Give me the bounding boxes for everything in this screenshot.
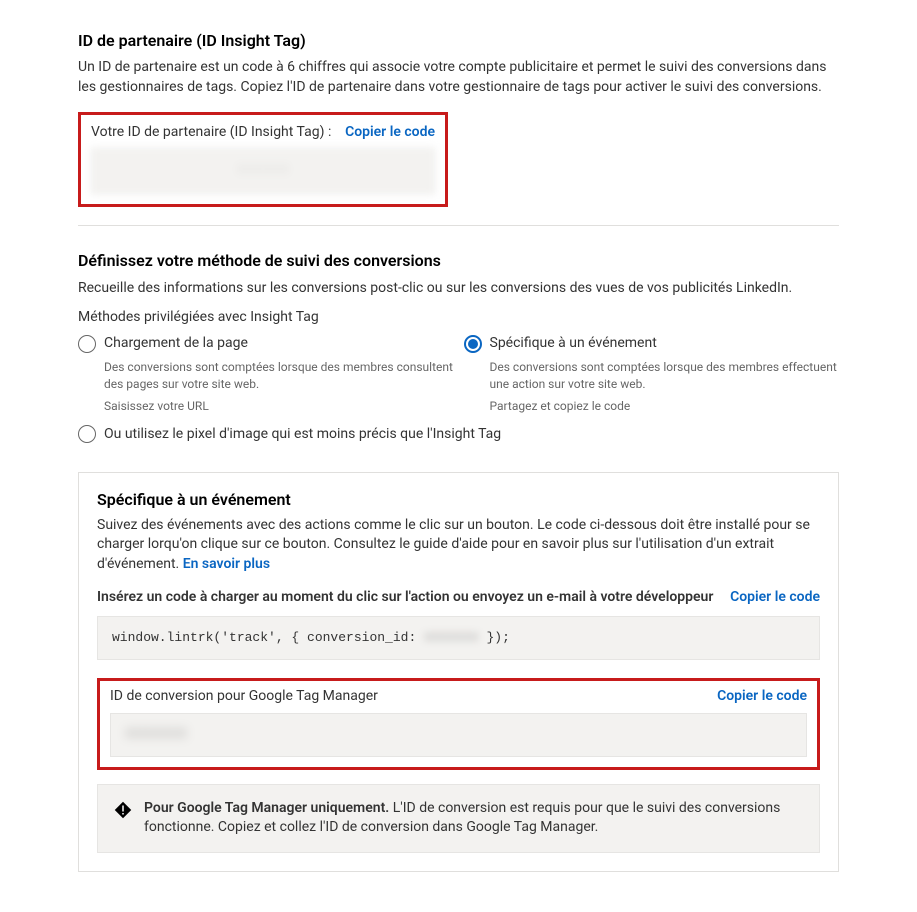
copy-partner-id-link[interactable]: Copier le code [345,123,435,143]
event-code-hidden: XXXXXXX [424,629,479,647]
event-specific-panel: Spécifique à un événement Suivez des évé… [78,472,839,872]
page-load-label[interactable]: Chargement de la page [104,334,248,354]
preferred-methods-label: Méthodes privilégiées avec Insight Tag [78,308,839,328]
page-load-option: Chargement de la page Des conversions so… [78,334,454,415]
partner-id-highlight-box: Votre ID de partenaire (ID Insight Tag) … [78,112,448,208]
event-panel-title: Spécifique à un événement [97,489,820,511]
page-load-radio[interactable] [78,335,96,353]
event-panel-desc: Suivez des événements avec des actions c… [97,516,820,575]
partner-id-section: ID de partenaire (ID Insight Tag) Un ID … [78,30,839,207]
partner-id-title: ID de partenaire (ID Insight Tag) [78,30,839,52]
tracking-method-section: Définissez votre méthode de suivi des co… [78,250,839,444]
partner-id-value-box[interactable]: XXXXXX [91,148,435,194]
partner-id-value: XXXXXX [236,161,289,181]
event-code-pre: window.lintrk('track', { conversion_id: [112,630,424,645]
gtm-warning-text: Pour Google Tag Manager uniquement. L'ID… [144,799,803,838]
event-specific-instr: Partagez et copiez le code [490,398,840,415]
image-pixel-label[interactable]: Ou utilisez le pixel d'image qui est moi… [104,425,501,445]
event-code-block[interactable]: window.lintrk('track', { conversion_id: … [97,616,820,660]
image-pixel-radio[interactable] [78,425,96,443]
page-load-desc: Des conversions sont comptées lorsque de… [104,359,454,391]
gtm-id-highlight-box: ID de conversion pour Google Tag Manager… [97,678,820,770]
image-pixel-option: Ou utilisez le pixel d'image qui est moi… [78,425,839,445]
event-specific-option: Spécifique à un événement Des conversion… [464,334,840,415]
learn-more-link[interactable]: En savoir plus [183,556,270,572]
gtm-id-value-box[interactable]: XXXXXXX [110,713,807,757]
copy-event-code-link[interactable]: Copier le code [730,588,820,608]
gtm-id-label: ID de conversion pour Google Tag Manager [110,687,378,707]
section-divider [78,225,839,226]
partner-id-desc: Un ID de partenaire est un code à 6 chif… [78,58,839,97]
gtm-warning-bold: Pour Google Tag Manager uniquement. [144,800,389,816]
event-code-post: }); [479,630,510,645]
event-specific-desc: Des conversions sont comptées lorsque de… [490,359,840,391]
tracking-method-desc: Recueille des informations sur les conve… [78,279,839,299]
page-load-instr: Saisissez votre URL [104,398,454,415]
gtm-warning-box: Pour Google Tag Manager uniquement. L'ID… [97,784,820,853]
event-specific-label[interactable]: Spécifique à un événement [490,334,657,354]
insert-code-label: Insérez un code à charger au moment du c… [97,588,730,608]
partner-id-label: Votre ID de partenaire (ID Insight Tag) … [91,123,331,143]
tracking-method-options: Chargement de la page Des conversions so… [78,334,839,415]
tracking-method-title: Définissez votre méthode de suivi des co… [78,250,839,272]
copy-gtm-id-link[interactable]: Copier le code [717,687,807,707]
warning-icon [114,801,132,819]
gtm-id-value: XXXXXXX [125,725,187,745]
event-specific-radio[interactable] [464,335,482,353]
